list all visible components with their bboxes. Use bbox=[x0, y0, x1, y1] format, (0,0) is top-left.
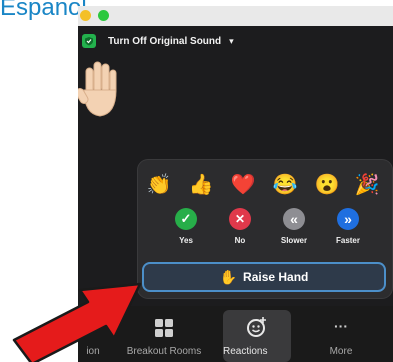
clap-icon[interactable]: 👏 bbox=[146, 172, 172, 198]
check-icon: ✓ bbox=[175, 208, 197, 230]
red-arrow-pointer bbox=[12, 282, 142, 362]
yes-button[interactable]: ✓ Yes bbox=[160, 208, 212, 258]
x-icon: ✕ bbox=[229, 208, 251, 230]
ellipsis-icon: ··· bbox=[334, 318, 348, 334]
slower-button[interactable]: « Slower bbox=[268, 208, 320, 258]
faster-label: Faster bbox=[335, 236, 360, 245]
raise-hand-button[interactable]: ✋ Raise Hand bbox=[142, 262, 386, 292]
emoji-add-icon bbox=[247, 317, 266, 337]
original-sound-toggle[interactable]: Turn Off Original Sound ▾ bbox=[78, 32, 234, 50]
no-button[interactable]: ✕ No bbox=[214, 208, 266, 258]
maximize-button[interactable] bbox=[98, 10, 109, 21]
original-sound-label: Turn Off Original Sound bbox=[108, 35, 222, 47]
raise-hand-label: Raise Hand bbox=[243, 270, 309, 284]
faster-button[interactable]: » Faster bbox=[322, 208, 374, 258]
minimize-button[interactable] bbox=[80, 10, 91, 21]
page-caption: Espanol bbox=[0, 0, 87, 21]
slower-label: Slower bbox=[280, 236, 308, 245]
heart-icon[interactable]: ❤️ bbox=[230, 172, 256, 198]
reactions-label: Reactions bbox=[223, 346, 268, 357]
title-bar bbox=[78, 6, 393, 26]
yes-label: Yes bbox=[179, 236, 193, 245]
thumbs-up-icon[interactable]: 👍 bbox=[188, 172, 214, 198]
chevron-down-icon[interactable]: ▾ bbox=[229, 36, 234, 47]
reactions-panel: 👏 👍 ❤️ 😂 😮 🎉 ✓ Yes ✕ No « Slower » Faste… bbox=[138, 160, 392, 298]
party-popper-icon[interactable]: 🎉 bbox=[354, 172, 380, 198]
shield-check-icon bbox=[82, 34, 96, 48]
open-mouth-icon[interactable]: 😮 bbox=[314, 172, 340, 198]
raised-hand-icon bbox=[78, 61, 117, 117]
reactions-button[interactable]: Reactions bbox=[223, 310, 291, 362]
tears-of-joy-icon[interactable]: 😂 bbox=[272, 172, 298, 198]
double-chevron-right-icon: » bbox=[337, 208, 359, 230]
feedback-row: ✓ Yes ✕ No « Slower » Faster bbox=[138, 208, 392, 258]
emoji-row: 👏 👍 ❤️ 😂 😮 🎉 bbox=[138, 172, 392, 200]
raised-hand-icon: ✋ bbox=[219, 268, 238, 285]
no-label: No bbox=[234, 236, 246, 245]
more-label: More bbox=[329, 346, 353, 357]
double-chevron-left-icon: « bbox=[283, 208, 305, 230]
more-button[interactable]: ··· More bbox=[306, 306, 376, 362]
